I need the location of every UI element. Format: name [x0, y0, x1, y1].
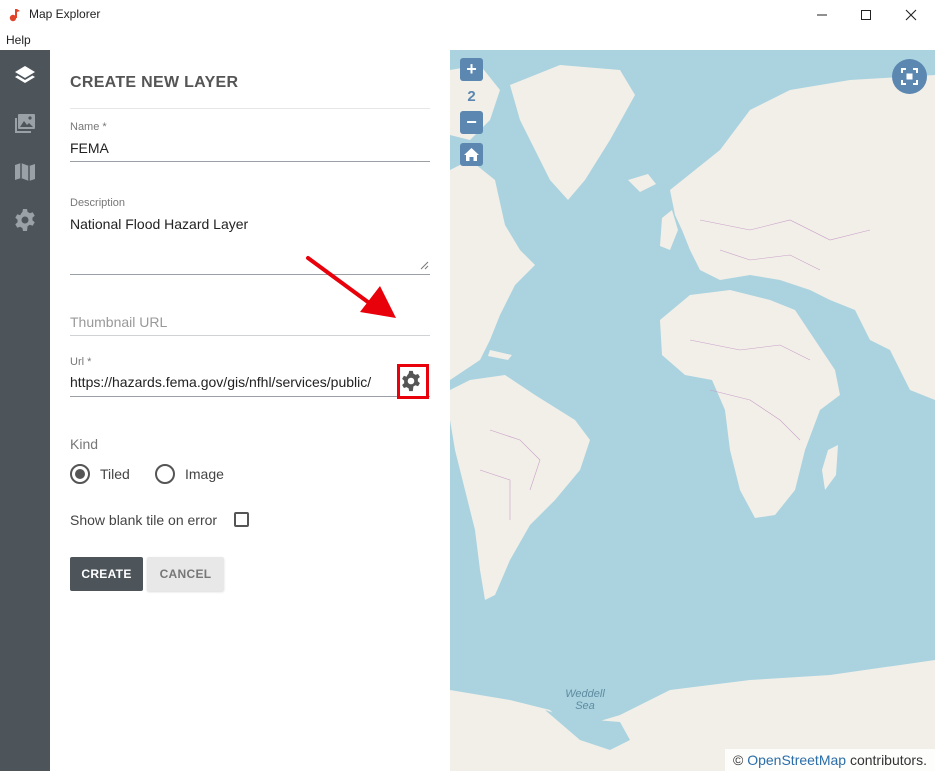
- thumbnail-underline: [70, 335, 430, 336]
- openstreetmap-link[interactable]: OpenStreetMap: [747, 752, 846, 768]
- kind-image-label: Image: [185, 466, 224, 482]
- description-label: Description: [70, 197, 126, 209]
- map-view[interactable]: + 2 − Weddell Sea © OpenStreetMap contri…: [450, 50, 935, 771]
- url-underline: [70, 396, 430, 397]
- attribution-prefix: ©: [733, 752, 748, 768]
- name-label: Name *: [70, 121, 107, 133]
- rail-item-maps[interactable]: [0, 148, 50, 194]
- blank-tile-label: Show blank tile on error: [70, 512, 218, 528]
- title-divider: [70, 108, 430, 109]
- weddell-sea-label: Weddell Sea: [560, 688, 610, 712]
- basemap: [450, 65, 935, 771]
- resize-grip-icon[interactable]: [420, 261, 429, 270]
- app-logo-icon: [9, 9, 20, 22]
- sea-label-line1: Weddell: [565, 688, 605, 700]
- images-icon: [15, 114, 35, 133]
- kind-tiled-radio[interactable]: [70, 464, 90, 484]
- kind-tiled-label: Tiled: [100, 466, 130, 482]
- close-button[interactable]: [888, 0, 934, 30]
- annotation-arrow: [306, 256, 396, 318]
- blank-tile-checkbox[interactable]: [234, 512, 249, 527]
- minimize-button[interactable]: [799, 0, 845, 30]
- url-field[interactable]: https://hazards.fema.gov/gis/nfhl/servic…: [70, 374, 371, 390]
- title-bar: Map Explorer: [0, 0, 935, 30]
- create-button[interactable]: CREATE: [70, 557, 143, 591]
- settings-icon: [15, 209, 35, 231]
- home-button[interactable]: [460, 143, 483, 166]
- cancel-button[interactable]: CANCEL: [147, 557, 224, 591]
- rail-item-settings[interactable]: [0, 196, 50, 242]
- menu-help[interactable]: Help: [6, 33, 31, 47]
- maximize-icon: [861, 10, 871, 20]
- zoom-in-button[interactable]: +: [460, 58, 483, 81]
- gear-highlight-box: [397, 364, 429, 399]
- map-icon: [15, 163, 35, 181]
- zoom-level: 2: [467, 88, 476, 105]
- zoom-out-button[interactable]: −: [460, 111, 483, 134]
- layers-icon: [15, 66, 35, 83]
- home-icon: [464, 148, 479, 161]
- name-field[interactable]: FEMA: [70, 140, 109, 156]
- description-field[interactable]: National Flood Hazard Layer: [70, 216, 248, 232]
- window-title: Map Explorer: [29, 7, 101, 21]
- maximize-button[interactable]: [843, 0, 889, 30]
- rail-item-layers[interactable]: [0, 52, 50, 98]
- panel-title: CREATE NEW LAYER: [70, 74, 239, 91]
- side-rail: [0, 50, 50, 771]
- minimize-icon: [817, 14, 827, 16]
- menu-bar: Help: [0, 30, 935, 50]
- kind-label: Kind: [70, 436, 99, 452]
- sea-label-line2: Sea: [575, 700, 595, 712]
- name-underline: [70, 161, 430, 162]
- url-label: Url *: [70, 356, 92, 368]
- map-attribution: © OpenStreetMap contributors.: [725, 749, 935, 771]
- rail-item-images[interactable]: [0, 100, 50, 146]
- fullscreen-button[interactable]: [892, 59, 927, 94]
- kind-image-radio[interactable]: [155, 464, 175, 484]
- thumbnail-url-field[interactable]: Thumbnail URL: [70, 314, 167, 330]
- close-icon: [905, 9, 917, 21]
- attribution-suffix: contributors.: [846, 752, 927, 768]
- create-layer-panel: CREATE NEW LAYER Name * FEMA Description…: [50, 50, 450, 771]
- fullscreen-icon: [901, 68, 918, 85]
